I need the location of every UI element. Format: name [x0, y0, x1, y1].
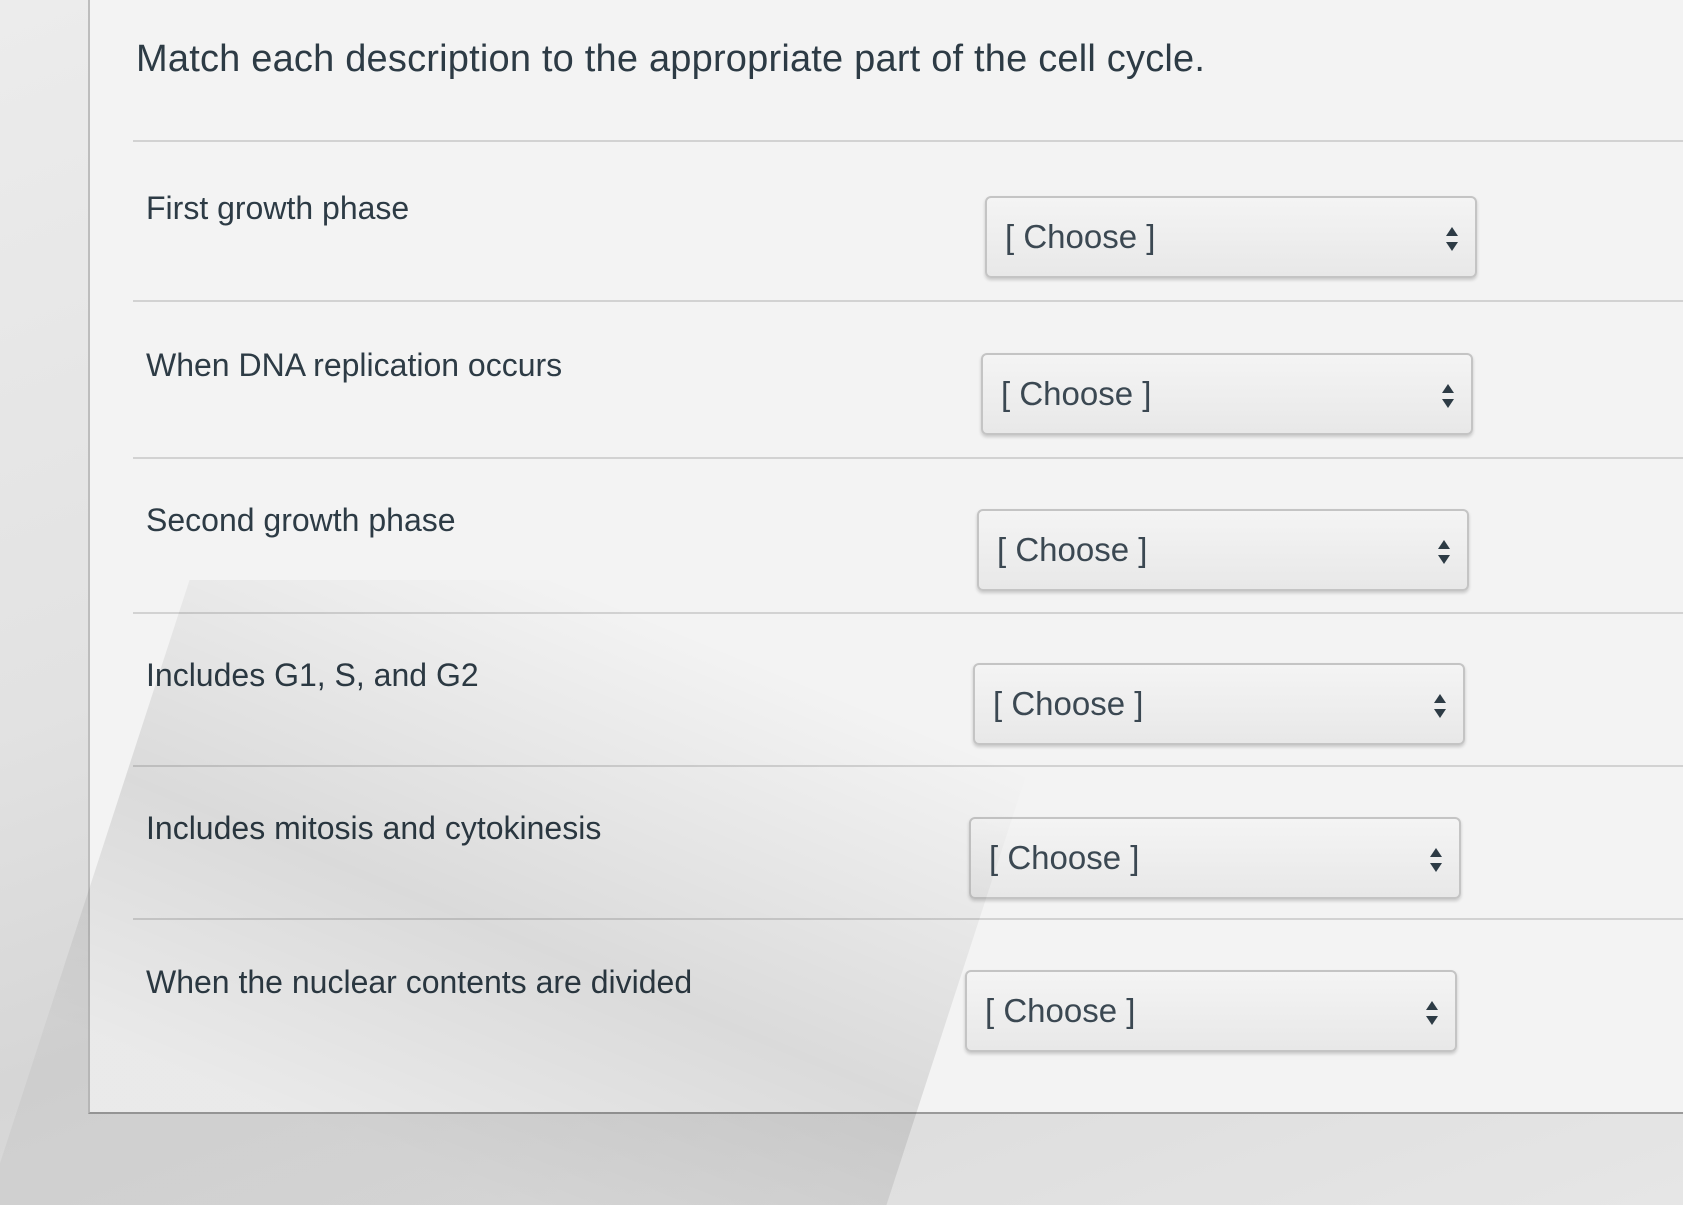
- match-prompt-2: When DNA replication occurs: [146, 347, 563, 383]
- select-value: [ Choose ]: [993, 685, 1144, 722]
- divider: [133, 457, 1683, 459]
- match-prompt-6: When the nuclear contents are divided: [146, 964, 693, 1000]
- match-prompt-3: Second growth phase: [146, 502, 456, 538]
- up-down-caret-icon: [1446, 227, 1458, 251]
- up-down-caret-icon: [1438, 540, 1450, 564]
- up-down-caret-icon: [1442, 384, 1454, 408]
- match-select-5[interactable]: [ Choose ]: [969, 817, 1461, 899]
- up-down-caret-icon: [1426, 1001, 1438, 1025]
- match-select-1[interactable]: [ Choose ]: [985, 196, 1477, 278]
- match-select-3[interactable]: [ Choose ]: [977, 509, 1469, 591]
- select-value: [ Choose ]: [985, 992, 1136, 1029]
- match-prompt-5: Includes mitosis and cytokinesis: [146, 810, 602, 846]
- match-select-6[interactable]: [ Choose ]: [965, 970, 1457, 1052]
- divider: [133, 765, 1683, 767]
- select-value: [ Choose ]: [1001, 375, 1152, 412]
- divider: [133, 918, 1683, 920]
- up-down-caret-icon: [1434, 694, 1446, 718]
- select-value: [ Choose ]: [997, 531, 1148, 568]
- match-select-4[interactable]: [ Choose ]: [973, 663, 1465, 745]
- divider: [133, 612, 1683, 614]
- divider: [133, 300, 1683, 302]
- match-select-2[interactable]: [ Choose ]: [981, 353, 1473, 435]
- select-value: [ Choose ]: [1005, 218, 1156, 255]
- up-down-caret-icon: [1430, 848, 1442, 872]
- question-text: Match each description to the appropriat…: [136, 38, 1206, 80]
- match-prompt-4: Includes G1, S, and G2: [146, 657, 479, 693]
- select-value: [ Choose ]: [989, 839, 1140, 876]
- match-prompt-1: First growth phase: [146, 190, 410, 226]
- divider: [133, 140, 1683, 142]
